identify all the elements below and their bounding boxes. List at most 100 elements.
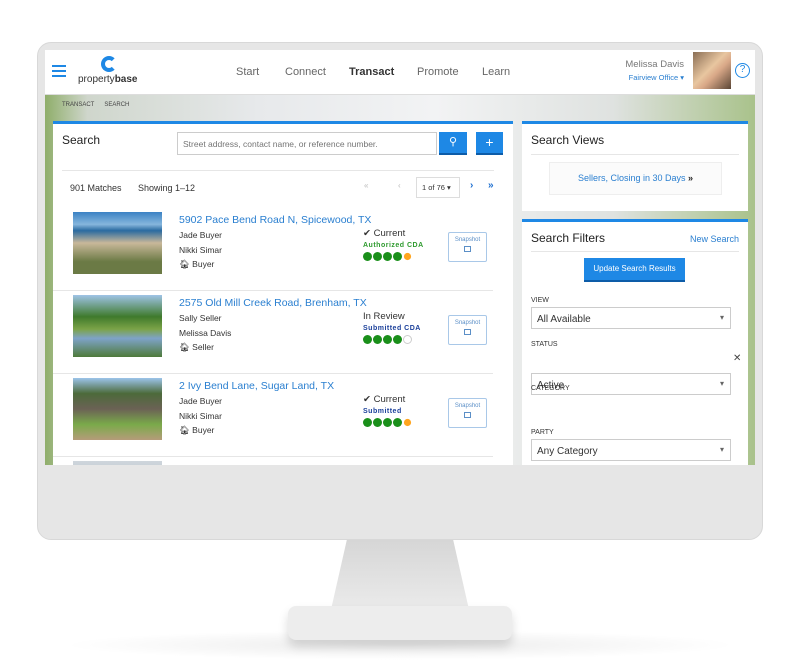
- breadcrumb-transact[interactable]: TRANSACT: [62, 102, 94, 108]
- document-status: Submitted: [363, 408, 402, 415]
- contact-primary: Sally Seller: [179, 313, 222, 323]
- divider: [62, 170, 494, 171]
- search-icon: ⚲: [448, 136, 458, 148]
- progress-dot-empty: [403, 335, 412, 344]
- breadcrumb: TRANSACT SEARCH: [62, 102, 129, 108]
- filter-label: PARTY: [531, 429, 554, 436]
- monitor-stand: [330, 540, 470, 614]
- filter-label: CATEGORY: [531, 385, 570, 392]
- contact-primary: Jade Buyer: [179, 230, 222, 240]
- home-icon: 🏠︎: [179, 425, 190, 435]
- filter-view-select[interactable]: All Available: [531, 307, 731, 329]
- office-selector[interactable]: Fairview Office ▾: [629, 73, 684, 82]
- last-page-icon[interactable]: »: [488, 180, 494, 191]
- monitor-base: [288, 606, 512, 640]
- document-status: Authorized CDA: [363, 242, 424, 249]
- property-address-link[interactable]: 11211 Tara Court, Houston, TX: [179, 463, 322, 465]
- table-icon: [464, 412, 471, 418]
- propertybase-logo[interactable]: propertybase: [78, 56, 148, 90]
- result-row[interactable]: 5902 Pace Bend Road N, Spicewood, TX Jade…: [53, 208, 493, 291]
- update-search-results-button[interactable]: Update Search Results: [584, 258, 685, 282]
- snapshot-button[interactable]: Snapshot: [448, 398, 487, 428]
- progress-dot-green: [363, 252, 372, 261]
- property-address-link[interactable]: 5902 Pace Bend Road N, Spicewood, TX: [179, 214, 371, 226]
- search-filters-panel: Search Filters New Search Update Search …: [522, 219, 748, 465]
- property-photo[interactable]: [73, 378, 162, 440]
- search-views-title: Search Views: [531, 133, 605, 147]
- user-name: Melissa Davis: [625, 59, 684, 70]
- progress-dots: [363, 335, 412, 344]
- hamburger-menu-icon[interactable]: [52, 65, 66, 77]
- progress-dot-green: [373, 252, 382, 261]
- progress-dot-green: [373, 335, 382, 344]
- result-row[interactable]: 11211 Tara Court, Houston, TX: [53, 457, 493, 465]
- progress-dot-green: [373, 418, 382, 427]
- showing-range: Showing 1–12: [138, 183, 196, 193]
- logo-icon: [101, 56, 117, 72]
- prev-page-icon[interactable]: ‹: [398, 181, 401, 190]
- nav-promote[interactable]: Promote: [417, 66, 459, 78]
- progress-dot-green: [383, 252, 392, 261]
- match-count: 901 Matches: [70, 183, 122, 193]
- plus-icon: +: [485, 134, 494, 150]
- search-button[interactable]: ⚲: [439, 132, 467, 155]
- table-icon: [464, 329, 471, 335]
- nav-connect[interactable]: Connect: [285, 66, 326, 78]
- first-page-icon[interactable]: «: [364, 181, 368, 190]
- avatar[interactable]: [693, 52, 731, 89]
- search-input[interactable]: [177, 132, 437, 155]
- filter-category-select[interactable]: Any Category: [531, 439, 731, 461]
- contact-primary: Jade Buyer: [179, 396, 222, 406]
- nav-start[interactable]: Start: [236, 66, 259, 78]
- snapshot-button[interactable]: Snapshot: [448, 315, 487, 345]
- result-row[interactable]: 2575 Old Mill Creek Road, Brenham, TX Sal…: [53, 291, 493, 374]
- property-photo[interactable]: [73, 295, 162, 357]
- progress-dot-green: [363, 335, 372, 344]
- progress-dot-green: [393, 335, 402, 344]
- contact-secondary: Melissa Davis: [179, 328, 232, 338]
- search-panel: Search ⚲ + 901 Matches Showing 1–12 « ‹ …: [53, 121, 513, 465]
- contact-secondary: Nikki Simar: [179, 245, 222, 255]
- breadcrumb-search[interactable]: SEARCH: [104, 102, 129, 108]
- transaction-status: In Review: [363, 311, 405, 322]
- clear-status-icon[interactable]: ✕: [733, 353, 741, 364]
- progress-dot-green: [393, 418, 402, 427]
- party-side: 🏠︎ Buyer: [179, 259, 215, 269]
- property-address-link[interactable]: 2575 Old Mill Creek Road, Brenham, TX: [179, 297, 367, 309]
- app-screen: propertybase Start Connect Transact Prom…: [45, 50, 755, 465]
- search-title: Search: [62, 133, 101, 147]
- nav-transact[interactable]: Transact: [349, 66, 394, 78]
- document-status: Submitted CDA: [363, 325, 421, 332]
- contact-secondary: Nikki Simar: [179, 411, 222, 421]
- progress-dot-green: [383, 418, 392, 427]
- property-address-link[interactable]: 2 Ivy Bend Lane, Sugar Land, TX: [179, 380, 334, 392]
- divider: [531, 154, 739, 155]
- help-icon[interactable]: ?: [735, 63, 750, 78]
- progress-dots: [363, 252, 412, 261]
- divider: [531, 251, 739, 252]
- progress-dot-orange: [403, 418, 412, 427]
- progress-dot-green: [383, 335, 392, 344]
- filter-label: VIEW: [531, 297, 549, 304]
- snapshot-button[interactable]: Snapshot: [448, 232, 487, 262]
- property-photo[interactable]: [73, 212, 162, 274]
- saved-view-link[interactable]: Sellers, Closing in 30 Days »: [549, 162, 722, 195]
- home-icon: 🏠︎: [179, 342, 190, 352]
- next-page-icon[interactable]: ›: [470, 180, 473, 191]
- table-icon: [464, 246, 471, 252]
- progress-dot-green: [393, 252, 402, 261]
- new-search-link[interactable]: New Search: [690, 234, 739, 244]
- property-photo[interactable]: [73, 461, 162, 465]
- page-selector[interactable]: 1 of 76 ▾: [416, 177, 460, 198]
- party-side: 🏠︎ Buyer: [179, 425, 215, 435]
- add-button[interactable]: +: [476, 132, 503, 155]
- nav-learn[interactable]: Learn: [482, 66, 510, 78]
- progress-dots: [363, 418, 412, 427]
- result-row[interactable]: 2 Ivy Bend Lane, Sugar Land, TX Jade Buye…: [53, 374, 493, 457]
- progress-dot-green: [363, 418, 372, 427]
- transaction-status: ✔ Current: [363, 394, 406, 405]
- party-side: 🏠︎ Seller: [179, 342, 214, 352]
- search-filters-title: Search Filters: [531, 231, 606, 245]
- progress-dot-orange: [403, 252, 412, 261]
- filter-label: STATUS: [531, 341, 558, 348]
